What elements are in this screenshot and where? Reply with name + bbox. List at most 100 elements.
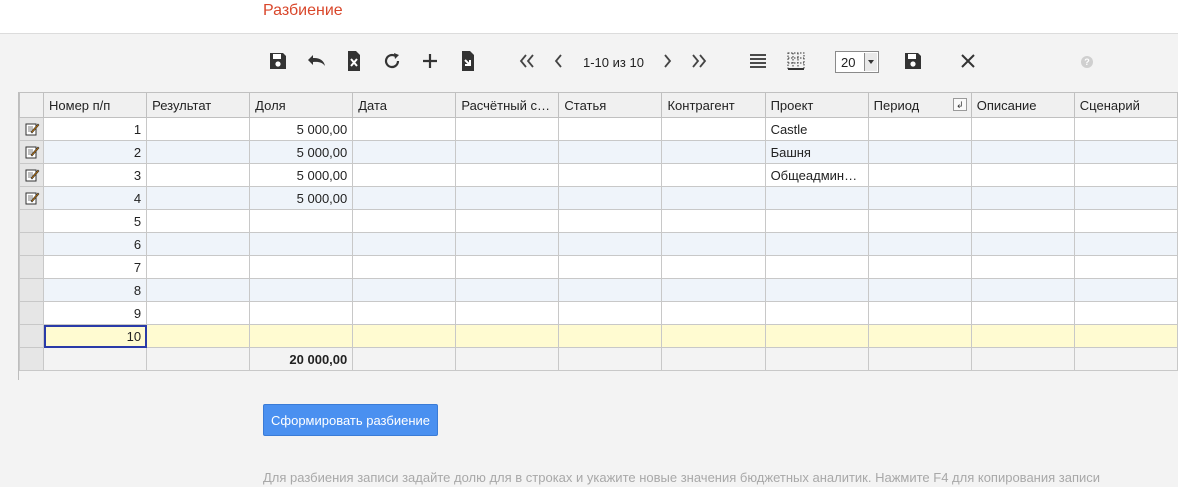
cell-counterparty[interactable] [661, 301, 766, 325]
cell-n[interactable]: 8 [43, 278, 148, 302]
prev-page-icon[interactable] [546, 48, 572, 74]
cell-project[interactable]: Castle [764, 117, 869, 141]
cell-scenario[interactable] [1073, 301, 1178, 325]
edit-row-icon[interactable] [19, 163, 45, 187]
save-icon[interactable] [265, 48, 291, 74]
table-row[interactable]: 9 [19, 301, 1178, 325]
cell-scenario[interactable] [1073, 140, 1178, 164]
cell-project[interactable] [764, 255, 869, 279]
cell-article[interactable] [558, 140, 663, 164]
cell-date[interactable] [352, 301, 457, 325]
add-icon[interactable] [417, 48, 443, 74]
cell-description[interactable] [970, 209, 1075, 233]
cell-n[interactable]: 5 [43, 209, 148, 233]
cell-article[interactable] [558, 232, 663, 256]
help-icon[interactable]: ? [1081, 56, 1093, 68]
cell-description[interactable] [970, 163, 1075, 187]
cell-result[interactable] [146, 140, 251, 164]
cell-result[interactable] [146, 117, 251, 141]
table-row[interactable]: 7 [19, 255, 1178, 279]
cell-counterparty[interactable] [661, 209, 766, 233]
cell-scenario[interactable] [1073, 186, 1178, 210]
export-icon[interactable] [455, 48, 481, 74]
cell-n[interactable]: 3 [43, 163, 148, 187]
cell-date[interactable] [352, 278, 457, 302]
cell-result[interactable] [146, 301, 251, 325]
cell-description[interactable] [970, 301, 1075, 325]
table-row[interactable]: 6 [19, 232, 1178, 256]
last-page-icon[interactable] [686, 48, 712, 74]
cell-period[interactable] [867, 232, 972, 256]
cell-article[interactable] [558, 278, 663, 302]
cell-result[interactable] [146, 232, 251, 256]
cell-counterparty[interactable] [661, 255, 766, 279]
cell-date[interactable] [352, 117, 457, 141]
cell-date[interactable] [352, 163, 457, 187]
cell-article[interactable] [558, 117, 663, 141]
page-size-select[interactable]: 20 [835, 51, 879, 73]
column-header[interactable]: Дата [352, 92, 457, 118]
cell-project[interactable] [764, 186, 869, 210]
cell-project[interactable] [764, 209, 869, 233]
cell-account[interactable] [455, 140, 560, 164]
cell-description[interactable] [970, 186, 1075, 210]
cell-project[interactable] [764, 232, 869, 256]
cell-n[interactable]: 10 [43, 324, 148, 348]
cell-period[interactable] [867, 209, 972, 233]
cell-account[interactable] [455, 186, 560, 210]
cell-date[interactable] [352, 209, 457, 233]
cell-result[interactable] [146, 324, 251, 348]
cell-period[interactable] [867, 140, 972, 164]
cell-description[interactable] [970, 232, 1075, 256]
cell-n[interactable]: 9 [43, 301, 148, 325]
column-header[interactable]: Расчётный с… [455, 92, 560, 118]
cell-scenario[interactable] [1073, 255, 1178, 279]
cell-share[interactable] [249, 301, 354, 325]
cell-n[interactable]: 4 [43, 186, 148, 210]
cell-result[interactable] [146, 255, 251, 279]
cell-account[interactable] [455, 255, 560, 279]
cell-account[interactable] [455, 209, 560, 233]
cell-account[interactable] [455, 232, 560, 256]
cell-scenario[interactable] [1073, 232, 1178, 256]
cell-share[interactable] [249, 209, 354, 233]
cell-share[interactable] [249, 324, 354, 348]
first-page-icon[interactable] [514, 48, 540, 74]
cell-share[interactable]: 5 000,00 [249, 186, 354, 210]
cell-date[interactable] [352, 186, 457, 210]
cell-article[interactable] [558, 301, 663, 325]
table-row[interactable]: 3 5 000,00 Общеадмини… [19, 163, 1178, 187]
column-header[interactable]: Статья [558, 92, 663, 118]
cell-project[interactable] [764, 324, 869, 348]
cell-share[interactable]: 5 000,00 [249, 163, 354, 187]
save-settings-icon[interactable] [900, 48, 926, 74]
cell-description[interactable] [970, 324, 1075, 348]
cell-counterparty[interactable] [661, 278, 766, 302]
edit-row-icon[interactable] [19, 140, 45, 164]
cell-period[interactable] [867, 301, 972, 325]
cell-article[interactable] [558, 186, 663, 210]
column-header[interactable]: Результат [146, 92, 251, 118]
cell-account[interactable] [455, 163, 560, 187]
grid-lines-icon[interactable] [783, 48, 809, 74]
cell-article[interactable] [558, 324, 663, 348]
cell-article[interactable] [558, 255, 663, 279]
cell-article[interactable] [558, 163, 663, 187]
cell-counterparty[interactable] [661, 232, 766, 256]
cell-result[interactable] [146, 163, 251, 187]
cell-date[interactable] [352, 140, 457, 164]
cell-scenario[interactable] [1073, 278, 1178, 302]
refresh-icon[interactable] [379, 48, 405, 74]
cell-counterparty[interactable] [661, 140, 766, 164]
cell-description[interactable] [970, 117, 1075, 141]
cell-counterparty[interactable] [661, 117, 766, 141]
cell-period[interactable] [867, 186, 972, 210]
cell-counterparty[interactable] [661, 324, 766, 348]
cell-date[interactable] [352, 255, 457, 279]
undo-icon[interactable] [303, 48, 329, 74]
table-row[interactable]: 1 5 000,00 Castle [19, 117, 1178, 141]
column-header[interactable]: Доля [249, 92, 354, 118]
table-row[interactable]: 10 [19, 324, 1178, 348]
table-row[interactable]: 8 [19, 278, 1178, 302]
column-header[interactable]: Сценарий [1073, 92, 1178, 118]
